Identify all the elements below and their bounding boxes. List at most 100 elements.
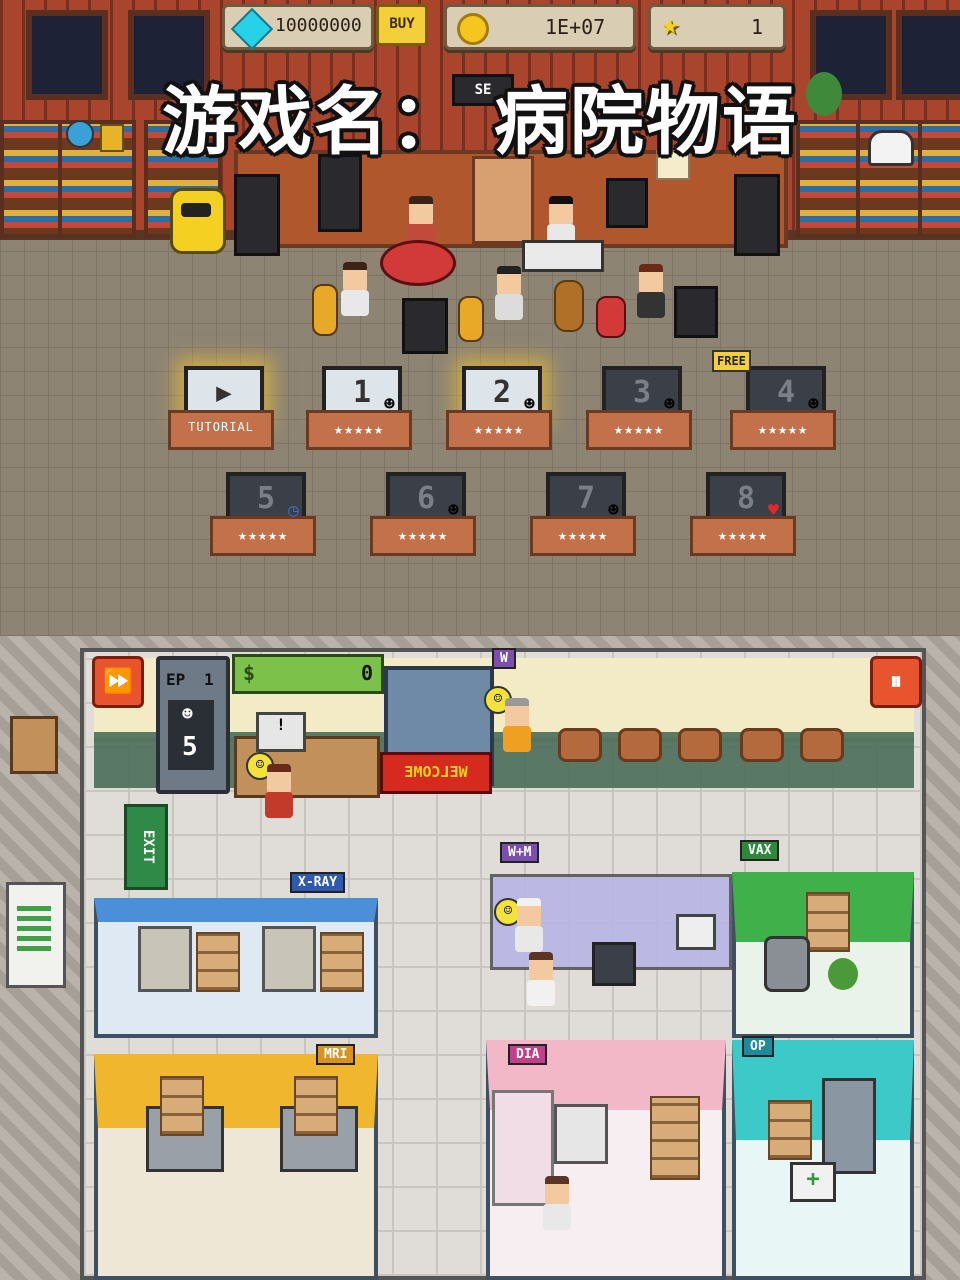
exit-sign[interactable]: EXIT bbox=[124, 804, 168, 890]
heart-icon: ♥ bbox=[768, 500, 779, 521]
gem-counter: 10000000 bbox=[222, 4, 374, 51]
storage-boxes bbox=[196, 932, 240, 992]
wm-room-tag: W+M bbox=[500, 842, 540, 863]
level-stars: ★★★★★ bbox=[237, 526, 289, 544]
amp bbox=[402, 298, 448, 354]
level-8[interactable]: 8 ★★★★★ ♥ bbox=[690, 472, 796, 560]
level-3[interactable]: 3 ★★★★★ ☻ bbox=[586, 366, 692, 454]
band-bassist bbox=[634, 264, 668, 318]
face-icon: ☻ bbox=[448, 500, 459, 521]
level-1[interactable]: 1 ★★★★★ ☻ bbox=[306, 366, 412, 454]
level-5[interactable]: 5 ★★★★★ ◷ bbox=[210, 472, 316, 560]
xray-machine bbox=[262, 926, 316, 992]
xray-room-tag: X-RAY bbox=[290, 872, 346, 893]
welcome-mat: WELCOME bbox=[380, 752, 492, 794]
level-stars: ★★★★★ bbox=[397, 526, 449, 544]
storage-boxes bbox=[320, 932, 364, 992]
level-7[interactable]: 7 ★★★★★ ☻ bbox=[530, 472, 636, 560]
waiting-chair[interactable] bbox=[558, 728, 602, 762]
level-stars: ★★★★★ bbox=[717, 526, 769, 544]
money-value: 0 bbox=[360, 661, 373, 685]
speaker bbox=[734, 174, 780, 256]
coin-value: 1E+07 bbox=[545, 15, 606, 39]
episode-number: 1 bbox=[204, 670, 214, 689]
free-badge[interactable]: FREE bbox=[712, 350, 751, 372]
waiting-chair[interactable] bbox=[740, 728, 784, 762]
waiting-chair[interactable] bbox=[800, 728, 844, 762]
dia-room-tag: DIA bbox=[508, 1044, 548, 1065]
episode-panel: EP 1 ☻ 5 bbox=[156, 656, 230, 794]
clock-icon: ◷ bbox=[288, 500, 299, 521]
money-bar: $ 0 bbox=[232, 654, 384, 694]
coin-counter: 1E+07 bbox=[444, 4, 636, 50]
op-room-tag: OP bbox=[742, 1036, 774, 1057]
level-4[interactable]: 4 ★★★★★ ☻ bbox=[730, 366, 836, 454]
buy-button[interactable]: BUY bbox=[376, 4, 428, 46]
star-icon: ★ bbox=[661, 7, 680, 42]
storage-boxes bbox=[768, 1100, 812, 1160]
band-guitarist bbox=[338, 262, 372, 316]
level-2[interactable]: 2 ★★★★★ ☻ bbox=[446, 366, 552, 454]
waiting-chair[interactable] bbox=[618, 728, 662, 762]
hospital-scene: ! ⏩ ⏸ EP 1 ☻ 5 $ 0 WELCOME W ☺ ☺ EXIT X-… bbox=[0, 636, 960, 1280]
robot bbox=[170, 188, 226, 254]
nurse[interactable] bbox=[540, 1176, 574, 1230]
face-icon: ☻ bbox=[524, 394, 535, 415]
money-symbol: $ bbox=[243, 661, 256, 685]
drum-kit bbox=[380, 240, 456, 286]
star-counter: ★ 1 bbox=[648, 4, 786, 50]
waiting-chair[interactable] bbox=[678, 728, 722, 762]
storage-boxes bbox=[160, 1076, 204, 1136]
plant bbox=[828, 958, 858, 990]
level-stars: ★★★★★ bbox=[613, 420, 665, 438]
guitar bbox=[458, 296, 484, 342]
keyboard bbox=[522, 240, 604, 272]
patient-icon: ☻ bbox=[182, 704, 193, 725]
patient[interactable] bbox=[524, 952, 558, 1006]
level-6[interactable]: 6 ★★★★★ ☻ bbox=[370, 472, 476, 560]
level-stars: ★★★★★ bbox=[557, 526, 609, 544]
face-icon: ☻ bbox=[384, 394, 395, 415]
overlay-title: 游戏名： 病院物语 bbox=[162, 79, 798, 165]
star-value: 1 bbox=[751, 15, 764, 39]
xray-machine bbox=[138, 926, 192, 992]
patient-count-box: ☻ 5 bbox=[168, 700, 214, 770]
fast-forward-icon[interactable]: ⏩ bbox=[92, 656, 144, 708]
amp bbox=[674, 286, 718, 338]
receptionist[interactable] bbox=[262, 764, 296, 818]
face-icon: ☻ bbox=[808, 394, 819, 415]
doctor[interactable] bbox=[512, 898, 546, 952]
speaker bbox=[234, 174, 280, 256]
level-stars: ★★★★★ bbox=[757, 420, 809, 438]
band-singer bbox=[492, 266, 526, 320]
operating-machine bbox=[822, 1078, 876, 1174]
mri-room-tag: MRI bbox=[316, 1044, 356, 1065]
coin-icon bbox=[457, 13, 489, 45]
gem-value: 10000000 bbox=[275, 15, 362, 36]
waiting-room-tag: W bbox=[492, 648, 516, 669]
scale bbox=[592, 942, 636, 986]
vax-room-tag: VAX bbox=[740, 840, 780, 861]
patient[interactable] bbox=[500, 698, 534, 752]
level-stars: ★★★★★ bbox=[473, 420, 525, 438]
guitar bbox=[312, 284, 338, 336]
level-stars: ★★★★★ bbox=[333, 420, 385, 438]
episode-label: EP bbox=[166, 670, 186, 689]
storage-boxes bbox=[294, 1076, 338, 1136]
face-icon: ☻ bbox=[608, 500, 619, 521]
wheelchair bbox=[764, 936, 810, 992]
level-tutorial[interactable]: ▶ TUTORIAL bbox=[168, 366, 274, 454]
monitor-stand bbox=[676, 914, 716, 950]
band-room-scene: 10000000 BUY 1E+07 ★ 1 SE 游戏名： 病院物语 ▶ TU… bbox=[0, 0, 960, 636]
storage-boxes bbox=[650, 1096, 700, 1180]
patients-remaining: 5 bbox=[182, 732, 198, 762]
tutorial-label: TUTORIAL bbox=[188, 420, 254, 434]
face-icon: ☻ bbox=[664, 394, 675, 415]
electric-guitar bbox=[596, 296, 626, 338]
podium bbox=[472, 156, 534, 244]
gem-icon bbox=[230, 7, 274, 51]
pause-icon[interactable]: ⏸ bbox=[870, 656, 922, 708]
info-stand bbox=[6, 882, 66, 988]
first-aid-kit: + bbox=[790, 1162, 836, 1202]
storage-boxes bbox=[806, 892, 850, 952]
